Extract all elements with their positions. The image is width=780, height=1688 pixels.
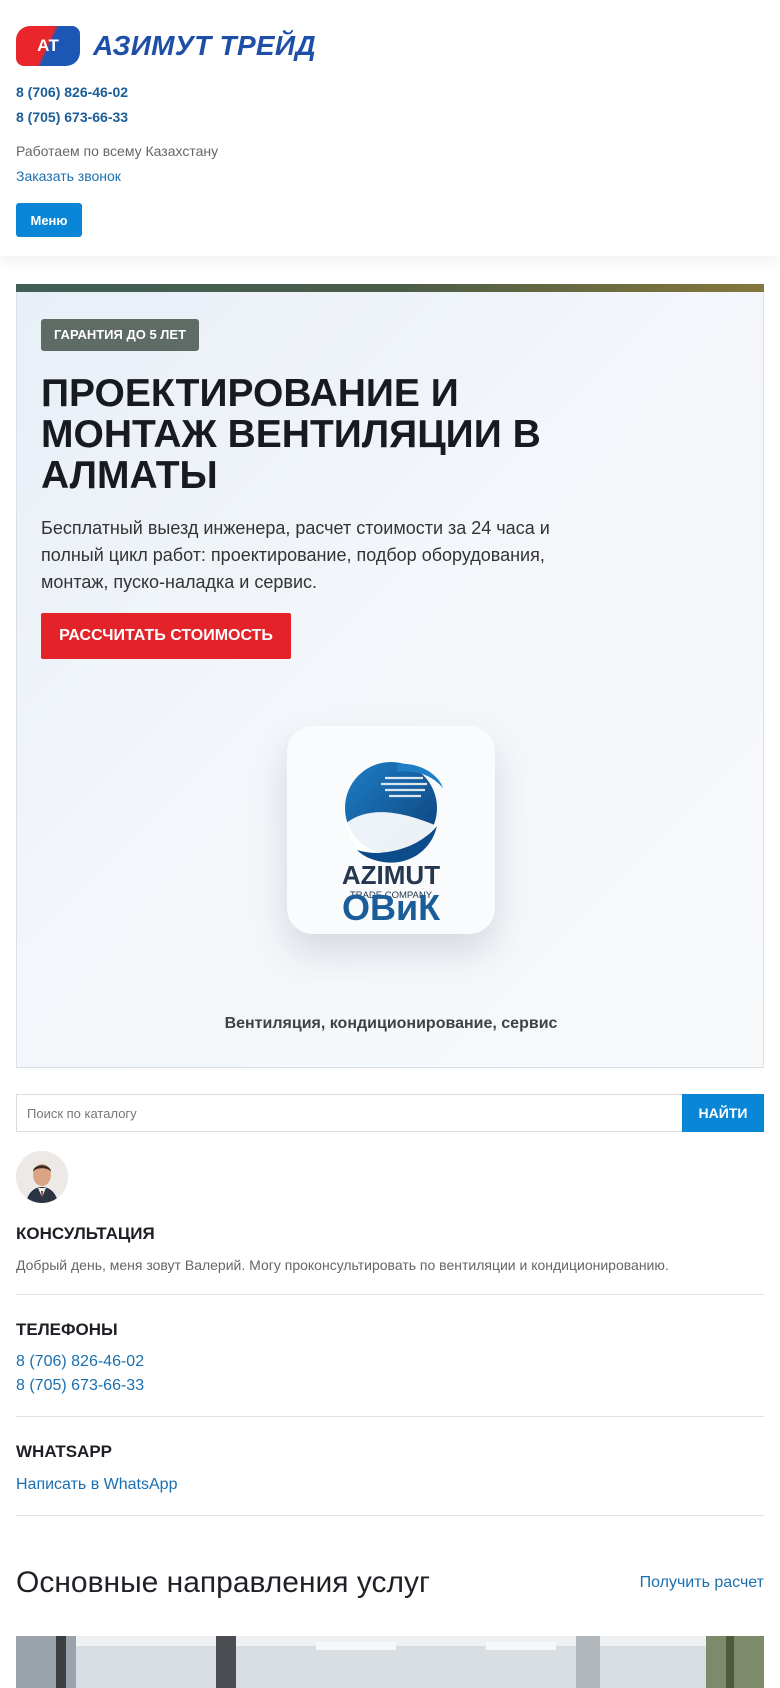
brand-name: ОВиК	[341, 887, 441, 928]
services-title: Основные направления услуг	[16, 1566, 430, 1599]
divider	[16, 1515, 764, 1516]
get-estimate-link[interactable]: Получить расчет	[640, 1574, 764, 1592]
service-image[interactable]	[16, 1636, 764, 1688]
whatsapp-link[interactable]: Написать в WhatsApp	[16, 1476, 177, 1494]
logo[interactable]: АТ АЗИМУТ ТРЕЙД	[16, 26, 316, 66]
divider	[16, 1294, 764, 1295]
work-area-text: Работаем по всему Казахстану	[16, 143, 219, 159]
consultation-text: Добрый день, меня зовут Валерий. Могу пр…	[16, 1257, 669, 1273]
site-header: АТ АЗИМУТ ТРЕЙД 8 (706) 826-46-02 8 (705…	[0, 0, 780, 256]
catalog-search: НАЙТИ	[16, 1094, 764, 1132]
divider	[16, 1416, 764, 1417]
whatsapp-title: WHATSAPP	[16, 1442, 113, 1461]
phones-title: ТЕЛЕФОНЫ	[16, 1320, 118, 1339]
hero-accent-bar	[16, 284, 764, 292]
phone-link-1[interactable]: 8 (706) 826-46-02	[16, 1353, 144, 1371]
header-phone-2[interactable]: 8 (705) 673-66-33	[16, 109, 128, 125]
hero-description: Бесплатный выезд инженера, расчет стоимо…	[41, 518, 550, 592]
logo-text: АЗИМУТ ТРЕЙД	[93, 30, 316, 61]
consultant-avatar	[16, 1151, 68, 1203]
phone-link-2[interactable]: 8 (705) 673-66-33	[16, 1377, 144, 1395]
azimut-logo-icon: AZIMUT TRADE COMPANY	[342, 762, 443, 901]
callback-link[interactable]: Заказать звонок	[16, 168, 121, 184]
brand-subtitle: Вентиляция, кондиционирование, сервис	[224, 1015, 558, 1032]
calculate-cost-button[interactable]: РАССЧИТАТЬ СТОИМОСТЬ	[41, 613, 291, 659]
card-logo-name: AZIMUT	[342, 860, 440, 890]
warranty-badge: ГАРАНТИЯ ДО 5 ЛЕТ	[41, 319, 200, 351]
search-input[interactable]	[16, 1094, 682, 1132]
logo-badge-text: АТ	[37, 36, 59, 55]
hero-section: ГАРАНТИЯ ДО 5 ЛЕТ ПРОЕКТИРОВАНИЕ И МОНТА…	[16, 284, 764, 1068]
logo-badge: АТ	[16, 26, 80, 66]
header-phone-1[interactable]: 8 (706) 826-46-02	[16, 84, 128, 100]
consultation-title: КОНСУЛЬТАЦИЯ	[16, 1224, 155, 1243]
search-button[interactable]: НАЙТИ	[682, 1094, 764, 1132]
menu-button[interactable]: Меню	[16, 203, 82, 237]
hero-title: ПРОЕКТИРОВАНИЕ И МОНТАЖ ВЕНТИЛЯЦИИ В АЛМ…	[41, 372, 541, 497]
